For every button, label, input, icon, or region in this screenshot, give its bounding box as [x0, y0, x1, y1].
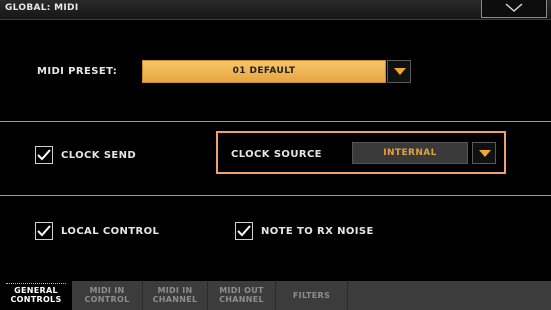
tab-general-controls[interactable]: GENERAL CONTROLS — [0, 281, 72, 310]
local-control-label: LOCAL CONTROL — [61, 226, 160, 237]
note-to-rx-noise-checkbox[interactable] — [235, 222, 253, 240]
tab-label-line1: MIDI IN — [157, 286, 193, 295]
tab-label-line2: CONTROL — [84, 295, 130, 304]
separator — [0, 195, 551, 196]
separator — [0, 121, 551, 122]
clock-source-field[interactable]: INTERNAL — [352, 142, 468, 164]
tab-label-line1: MIDI OUT — [219, 286, 264, 295]
tab-label-line2: CHANNEL — [152, 295, 198, 304]
tab-midi-out-channel[interactable]: MIDI OUT CHANNEL — [208, 281, 276, 310]
tab-label-line2: CHANNEL — [219, 295, 264, 304]
clock-send-label: CLOCK SEND — [61, 150, 137, 161]
clock-source-label: CLOCK SOURCE — [231, 149, 322, 160]
chevron-down-icon — [505, 3, 523, 12]
dropdown-arrow-icon — [394, 68, 406, 75]
note-to-rx-noise-label: NOTE TO RX NOISE — [261, 226, 374, 237]
dropdown-arrow-icon — [479, 150, 491, 157]
midi-preset-label: MIDI PRESET: — [37, 66, 118, 77]
tab-label-line1: FILTERS — [292, 291, 331, 300]
checkmark-icon — [37, 149, 51, 161]
tab-filters[interactable]: FILTERS — [276, 281, 348, 310]
local-control-checkbox[interactable] — [35, 222, 53, 240]
midi-preset-dropdown-button[interactable] — [387, 60, 411, 83]
tab-label-line1: MIDI IN — [89, 286, 125, 295]
checkmark-icon — [237, 225, 251, 237]
tab-label-line1: GENERAL — [14, 286, 58, 295]
clock-send-checkbox[interactable] — [35, 146, 53, 164]
tab-midi-in-channel[interactable]: MIDI IN CHANNEL — [143, 281, 208, 310]
tab-bar: GENERAL CONTROLS MIDI IN CONTROL MIDI IN… — [0, 281, 551, 310]
tab-label-line2: CONTROLS — [10, 295, 62, 304]
midi-preset-value: 01 DEFAULT — [232, 66, 296, 76]
page-title: GLOBAL: MIDI — [5, 3, 79, 13]
clock-source-dropdown-button[interactable] — [472, 142, 496, 164]
page-menu-button[interactable] — [481, 0, 547, 18]
title-bar: GLOBAL: MIDI — [0, 0, 551, 20]
tab-midi-in-control[interactable]: MIDI IN CONTROL — [72, 281, 143, 310]
midi-preset-field[interactable]: 01 DEFAULT — [142, 60, 386, 83]
clock-source-value: INTERNAL — [383, 148, 437, 158]
checkmark-icon — [37, 225, 51, 237]
